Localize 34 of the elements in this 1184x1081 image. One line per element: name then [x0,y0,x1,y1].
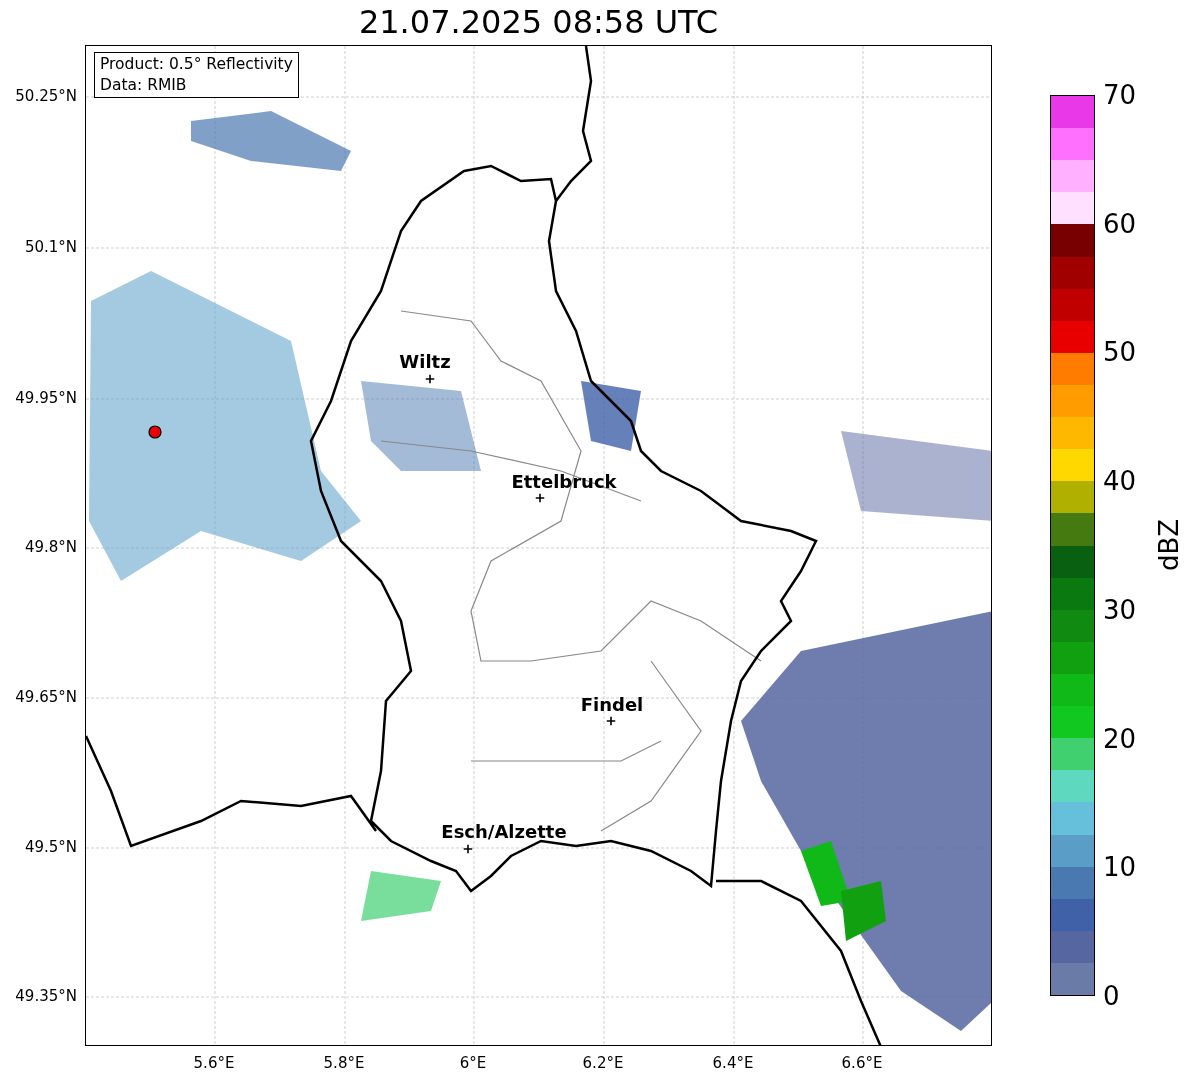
axis-tick-label: 6.2°E [582,1053,624,1074]
axis-tick-label: 5.8°E [323,1053,365,1074]
axis-tick-label: 49.95°N [15,387,77,409]
colorbar-tick-label: 70 [1103,80,1137,110]
city-label: Esch/Alzette [441,822,567,842]
colorbar-tick-label: 0 [1103,981,1120,1011]
axis-tick-label: 49.35°N [15,985,77,1007]
city-marker-icon [425,374,435,384]
city-marker-icon [606,716,616,726]
colorbar-tick-label: 30 [1103,594,1137,625]
city-label: Wiltz [399,352,451,372]
city-label: Ettelbruck [511,472,617,492]
colorbar-tick-label: 10 [1103,852,1137,883]
axis-tick-label: 50.1°N [24,236,77,258]
axis-tick-label: 5.6°E [193,1053,235,1074]
axis-tick-label: 6.4°E [712,1053,754,1074]
city-label: Findel [580,695,644,715]
axis-tick-label: 49.65°N [15,686,77,708]
chart-title: 21.07.2025 08:58 UTC [357,2,720,43]
city-marker-icon [535,493,545,503]
axis-tick-label: 6°E [459,1053,487,1074]
colorbar-tick-label: 40 [1103,466,1137,497]
radar-site-icon [148,425,162,439]
axis-tick-label: 50.25°N [15,85,77,107]
info-text: Product: 0.5° Reflectivity [100,54,293,75]
axis-tick-label: 6.6°E [841,1053,883,1074]
axis-tick-label: 49.8°N [24,536,77,558]
colorbar-label: dBZ [1152,518,1184,572]
city-marker-icon [463,844,473,854]
colorbar-tick-label: 50 [1103,337,1137,368]
colorbar-tick-label: 60 [1103,208,1137,239]
info-text: Data: RMIB [100,75,188,96]
colorbar-tick-label: 20 [1103,723,1137,754]
axis-tick-label: 49.5°N [24,836,77,858]
